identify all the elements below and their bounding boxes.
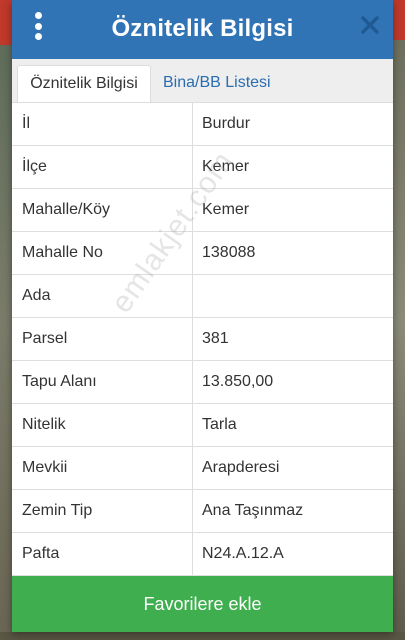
add-favorite-button[interactable]: Favorilere ekle [12, 576, 393, 632]
tab-attribute-info[interactable]: Öznitelik Bilgisi [17, 64, 151, 103]
tab-building-list[interactable]: Bina/BB Listesi [151, 65, 281, 103]
map-edge-right [393, 0, 405, 640]
table-row: Mahalle/Köy Kemer [12, 189, 393, 233]
dialog-title: Öznitelik Bilgisi [111, 15, 294, 43]
dialog-header: Öznitelik Bilgisi [12, 0, 393, 59]
table-row: İl Burdur [12, 103, 393, 147]
table-row: Ada [12, 275, 393, 319]
attribute-key: İl [12, 103, 193, 146]
attribute-key: Zemin Tip [12, 490, 193, 533]
table-row: Mevkii Arapderesi [12, 447, 393, 491]
attribute-dialog: Öznitelik Bilgisi Öznitelik Bilgisi Bina… [12, 0, 393, 632]
attribute-key: Pafta [12, 533, 193, 576]
attribute-key: Parsel [12, 318, 193, 361]
attribute-value: Kemer [202, 201, 250, 219]
map-edge-left [0, 0, 12, 640]
attribute-key: Nitelik [12, 404, 193, 447]
attribute-value: Arapderesi [202, 459, 280, 477]
attribute-value: Ana Taşınmaz [202, 502, 304, 520]
attribute-key: Mahalle/Köy [12, 189, 193, 232]
attribute-value: 381 [202, 330, 229, 348]
attribute-key: Ada [12, 275, 193, 318]
close-icon[interactable] [359, 14, 381, 36]
attribute-table: İl Burdur İlçe Kemer Mahalle/Köy Kemer M… [12, 103, 393, 577]
map-bottom [0, 632, 405, 640]
attribute-key: Mevkii [12, 447, 193, 490]
table-row: Tapu Alanı 13.850,00 [12, 361, 393, 405]
more-vert-icon[interactable] [32, 12, 44, 40]
attribute-value: N24.A.12.A [202, 545, 284, 563]
attribute-value: Burdur [202, 115, 251, 133]
attribute-value: Kemer [202, 158, 250, 176]
table-row: Zemin Tip Ana Taşınmaz [12, 490, 393, 534]
table-row: Pafta N24.A.12.A [12, 533, 393, 577]
table-row: Nitelik Tarla [12, 404, 393, 448]
attribute-key: Tapu Alanı [12, 361, 193, 404]
attribute-value [193, 275, 393, 317]
attribute-key: Mahalle No [12, 232, 193, 275]
attribute-value: 13.850,00 [202, 373, 274, 391]
tab-bar: Öznitelik Bilgisi Bina/BB Listesi [12, 58, 393, 104]
attribute-value: 138088 [202, 244, 256, 262]
attribute-key: İlçe [12, 146, 193, 189]
table-row: Mahalle No 138088 [12, 232, 393, 276]
table-row: Parsel 381 [12, 318, 393, 362]
attribute-value: Tarla [202, 416, 237, 434]
table-row: İlçe Kemer [12, 146, 393, 190]
